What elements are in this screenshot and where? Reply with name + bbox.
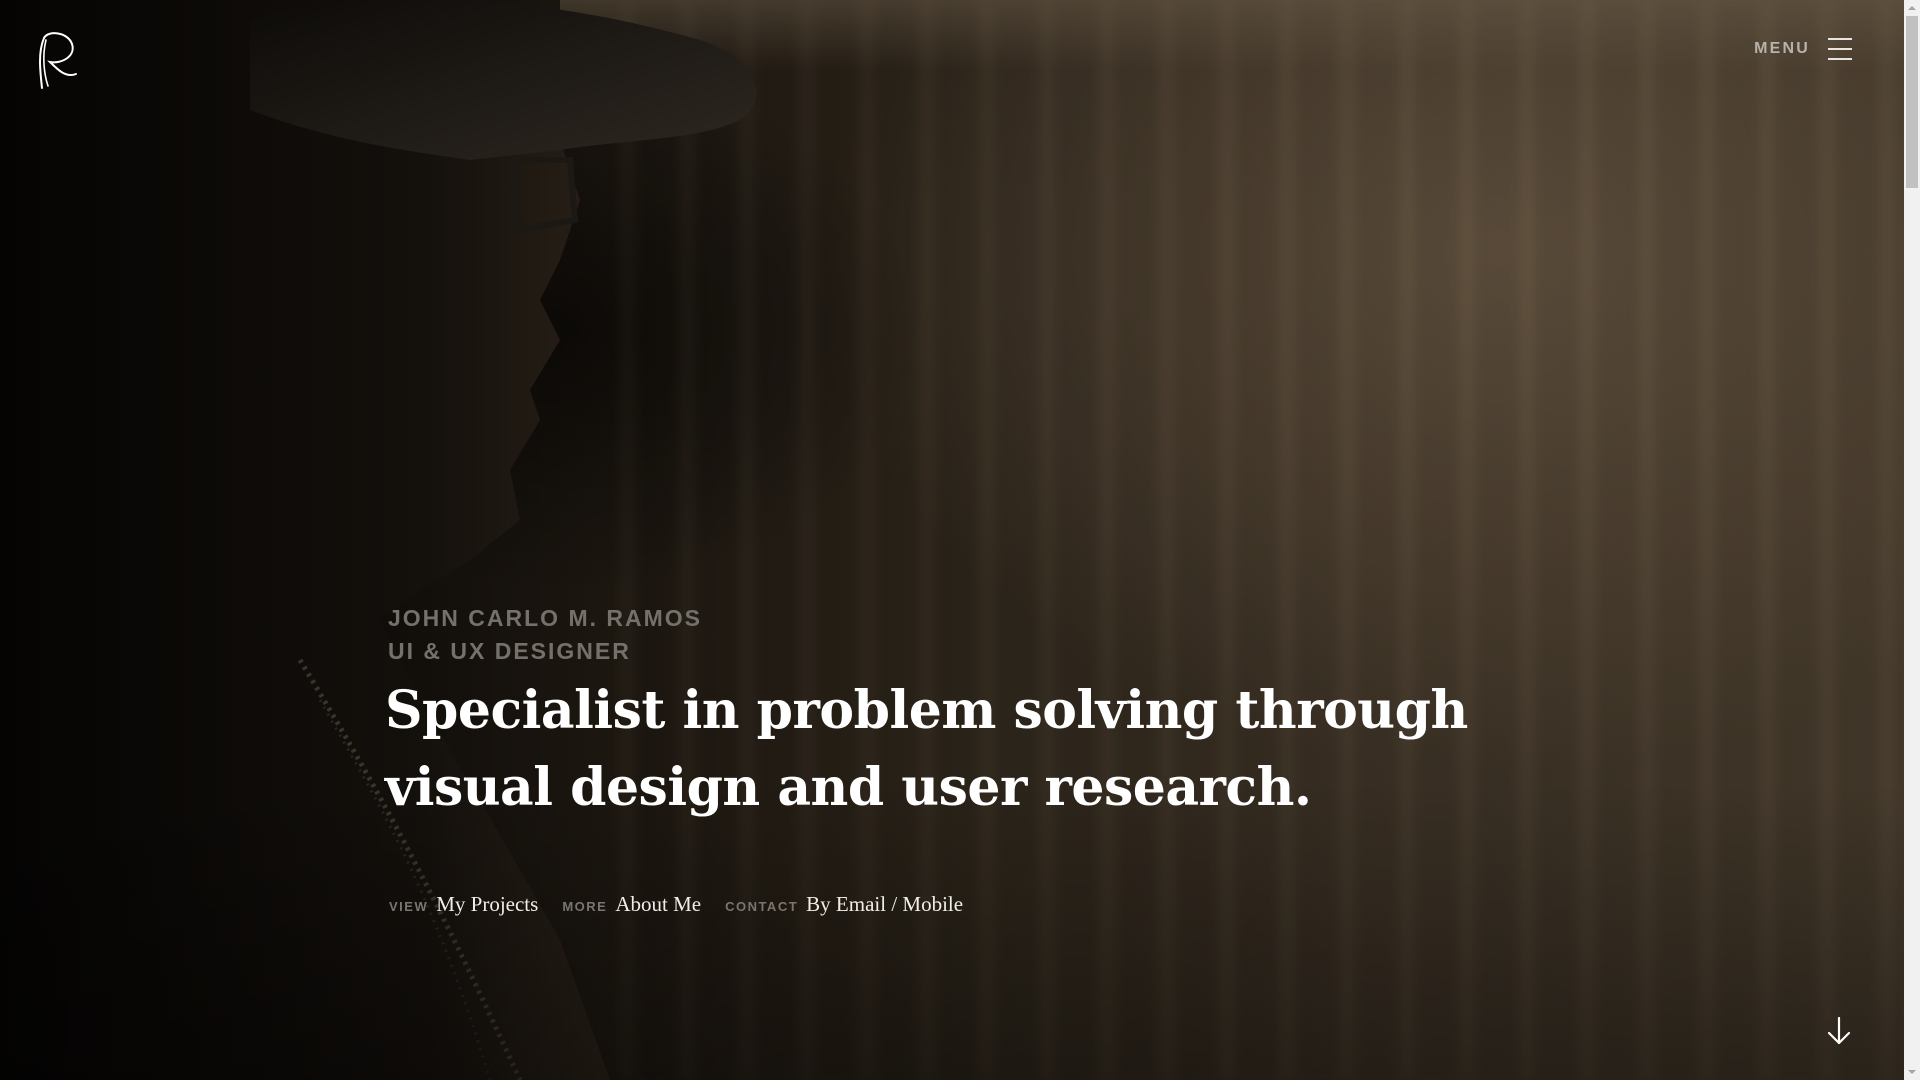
headline-line-1: Specialist in problem solving through	[385, 680, 1468, 741]
headline-line-2: visual design and user research.	[385, 757, 1312, 818]
link-kicker: CONTACT	[725, 899, 799, 914]
link-projects[interactable]: VIEW My Projects	[389, 892, 538, 917]
signature-r-logo-icon[interactable]	[34, 30, 78, 90]
menu-label: MENU	[1754, 40, 1810, 57]
link-kicker: MORE	[562, 899, 608, 914]
hero-section: MENU JOHN CARLO M. RAMOS UI & UX DESIGNE…	[0, 0, 1904, 1080]
hero-headline: Specialist in problem solving through vi…	[385, 672, 1488, 826]
designer-name: JOHN CARLO M. RAMOS	[388, 605, 702, 631]
link-kicker: VIEW	[389, 899, 429, 914]
link-text: About Me	[615, 892, 702, 916]
link-contact[interactable]: CONTACT By Email / Mobile	[725, 892, 963, 917]
link-text: My Projects	[436, 892, 539, 916]
link-about[interactable]: MORE About Me	[562, 892, 701, 917]
scroll-up-arrow-icon[interactable]	[1904, 0, 1920, 16]
hamburger-icon	[1828, 38, 1852, 60]
hero-copy: JOHN CARLO M. RAMOS UI & UX DESIGNER Spe…	[385, 602, 1488, 826]
scrollbar-thumb[interactable]	[1906, 16, 1918, 188]
menu-button[interactable]: MENU	[1754, 38, 1852, 60]
hero-links: VIEW My Projects MORE About Me CONTACT B…	[389, 892, 963, 917]
designer-role: UI & UX DESIGNER	[388, 638, 631, 664]
page-scrollbar[interactable]	[1904, 0, 1920, 1080]
arrow-down-icon[interactable]	[1826, 1016, 1852, 1046]
link-text: By Email / Mobile	[806, 892, 964, 916]
scroll-down-arrow-icon[interactable]	[1904, 1064, 1920, 1080]
